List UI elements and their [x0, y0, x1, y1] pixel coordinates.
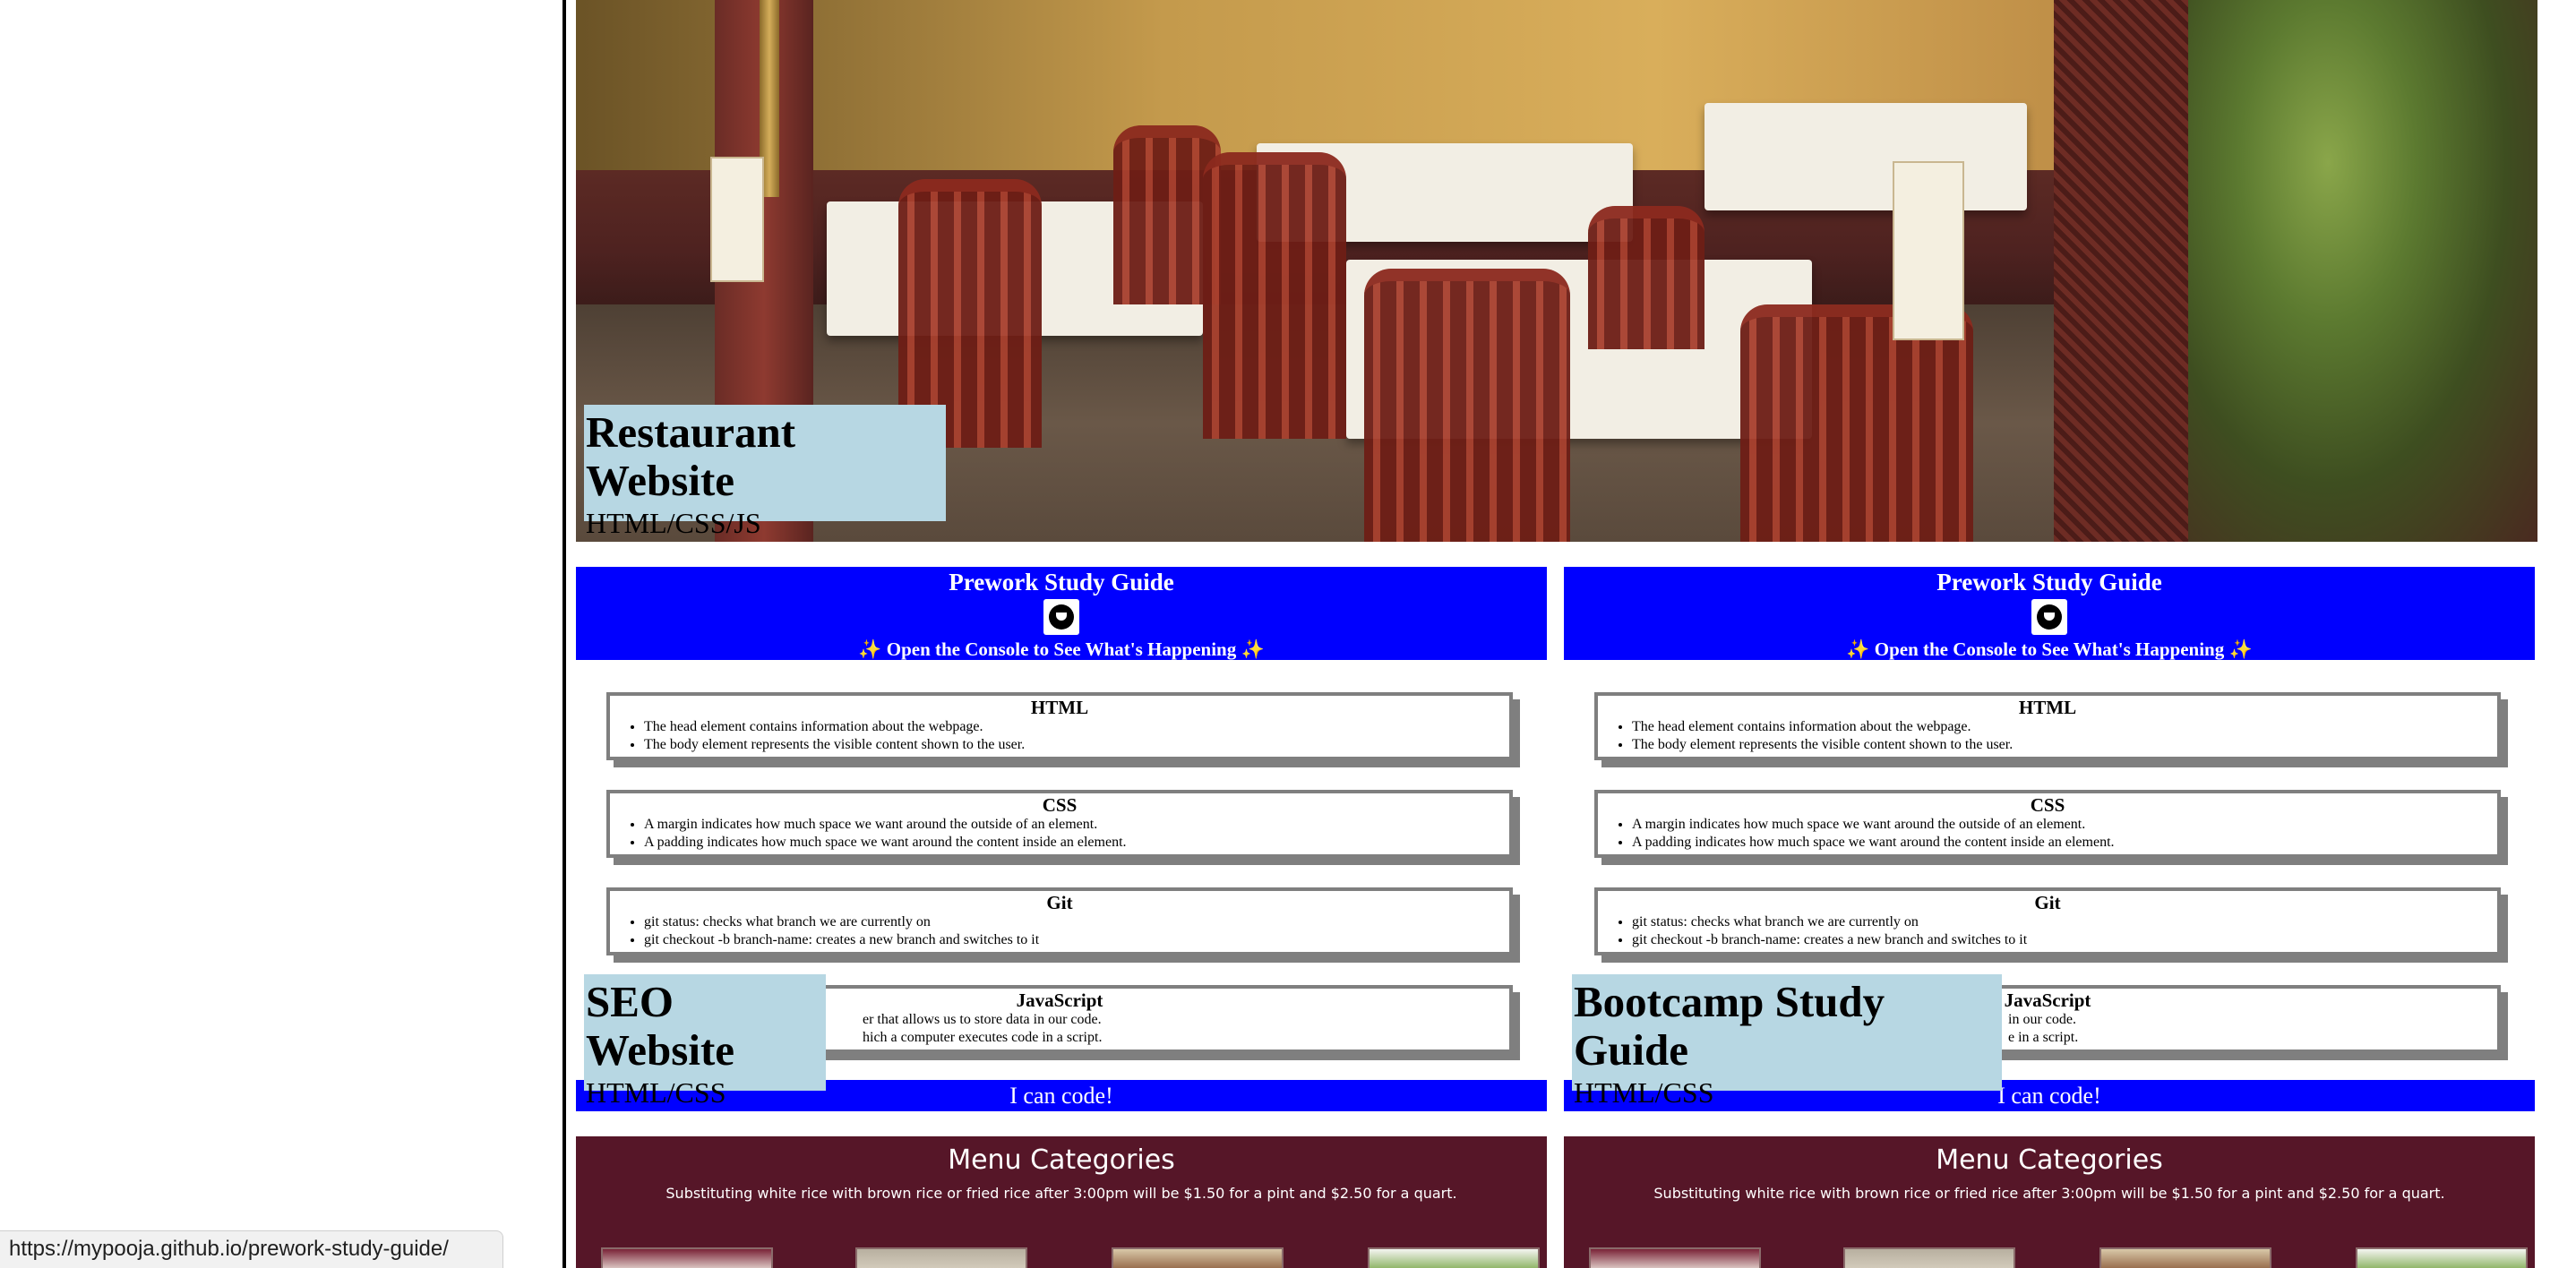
menu-thumbnail[interactable] [2356, 1247, 2528, 1268]
hero-table [1704, 103, 2027, 210]
menu-note: Substituting white rice with brown rice … [1653, 1185, 2445, 1202]
topic-item: A padding indicates how much space we wa… [1632, 834, 2497, 852]
study-guide-header: Prework Study Guide ✨ Open the Console t… [576, 567, 1547, 660]
topic-card-git: Git git status: checks what branch we ar… [1594, 887, 2501, 955]
menu-thumbnail[interactable] [1368, 1247, 1540, 1268]
project-tech: HTML/CSS [1574, 1075, 1714, 1109]
menu-title: Menu Categories [948, 1144, 1175, 1176]
topic-item: A padding indicates how much space we wa… [644, 834, 1509, 852]
study-guide-title: Prework Study Guide [1936, 569, 2162, 595]
topic-item: e in a script. [2008, 1030, 2079, 1045]
menu-thumbnail[interactable] [2099, 1247, 2271, 1268]
menu-thumbnail[interactable] [601, 1247, 773, 1268]
project-tech: HTML/CSS [586, 1075, 726, 1109]
hero-plant [2188, 0, 2537, 542]
project-title: Bootcamp Study Guide [1574, 977, 1885, 1075]
topic-item: The body element represents the visible … [644, 736, 1509, 754]
project-tech: HTML/CSS/JS [586, 506, 761, 539]
topic-item: hich a computer executes code in a scrip… [863, 1030, 1103, 1045]
topic-card-git: Git git status: checks what branch we ar… [606, 887, 1513, 955]
hero-chair [1588, 206, 1704, 349]
topic-card-html: HTML The head element contains informati… [1594, 692, 2501, 760]
topic-card-css: CSS A margin indicates how much space we… [1594, 790, 2501, 858]
hero-wicker-screen [2054, 0, 2188, 542]
project-card-bootcamp[interactable]: Prework Study Guide ✨ Open the Console t… [1564, 567, 2535, 1268]
logo-icon [2031, 599, 2067, 635]
topic-item: git status: checks what branch we are cu… [1632, 913, 2497, 931]
topic-item: A margin indicates how much space we wan… [1632, 816, 2497, 834]
project-title: Restaurant Website [586, 407, 796, 505]
restaurant-caption[interactable]: Restaurant Website HTML/CSS/JS [584, 405, 946, 539]
topic-title: HTML [2018, 697, 2077, 718]
hero-chair [1364, 269, 1570, 542]
study-guide-header: Prework Study Guide ✨ Open the Console t… [1564, 567, 2535, 660]
left-blank-area [0, 0, 562, 1268]
topic-item: The head element contains information ab… [644, 718, 1509, 736]
vertical-divider [562, 0, 566, 1268]
logo-icon [1043, 599, 1079, 635]
bootcamp-caption[interactable]: Bootcamp Study Guide HTML/CSS [1572, 974, 2002, 1109]
topic-item: git status: checks what branch we are cu… [644, 913, 1509, 931]
topic-card-css: CSS A margin indicates how much space we… [606, 790, 1513, 858]
hero-menu-stand [710, 157, 764, 282]
seo-caption[interactable]: SEO Website HTML/CSS [584, 974, 826, 1109]
topic-item: The head element contains information ab… [1632, 718, 2497, 736]
menu-title: Menu Categories [1936, 1144, 2163, 1176]
project-card-seo[interactable]: Prework Study Guide ✨ Open the Console t… [576, 567, 1547, 1268]
hero-chair [1203, 152, 1346, 439]
menu-thumbnail[interactable] [1589, 1247, 1761, 1268]
menu-note: Substituting white rice with brown rice … [665, 1185, 1457, 1202]
topic-item: in our code. [2008, 1012, 2076, 1027]
topic-item: git checkout -b branch-name: creates a n… [1632, 931, 2497, 949]
topic-item: er that allows us to store data in our c… [863, 1012, 1102, 1027]
menu-thumbnail[interactable] [1112, 1247, 1284, 1268]
menu-thumbnail[interactable] [855, 1247, 1027, 1268]
topic-item: The body element represents the visible … [1632, 736, 2497, 754]
project-title: SEO Website [586, 977, 735, 1075]
topic-title: HTML [1030, 697, 1089, 718]
topic-item: A margin indicates how much space we wan… [644, 816, 1509, 834]
topic-title: Git [2034, 892, 2061, 913]
study-guide-title: Prework Study Guide [949, 569, 1174, 595]
menu-thumbnail[interactable] [1843, 1247, 2015, 1268]
topic-title: Git [1046, 892, 1073, 913]
topic-item: git checkout -b branch-name: creates a n… [644, 931, 1509, 949]
hero-menu-card [1893, 161, 1964, 340]
topic-title: CSS [2030, 794, 2065, 816]
topic-title: CSS [1042, 794, 1078, 816]
topic-card-html: HTML The head element contains informati… [606, 692, 1513, 760]
link-status-bar: https://mypooja.github.io/prework-study-… [0, 1230, 503, 1268]
